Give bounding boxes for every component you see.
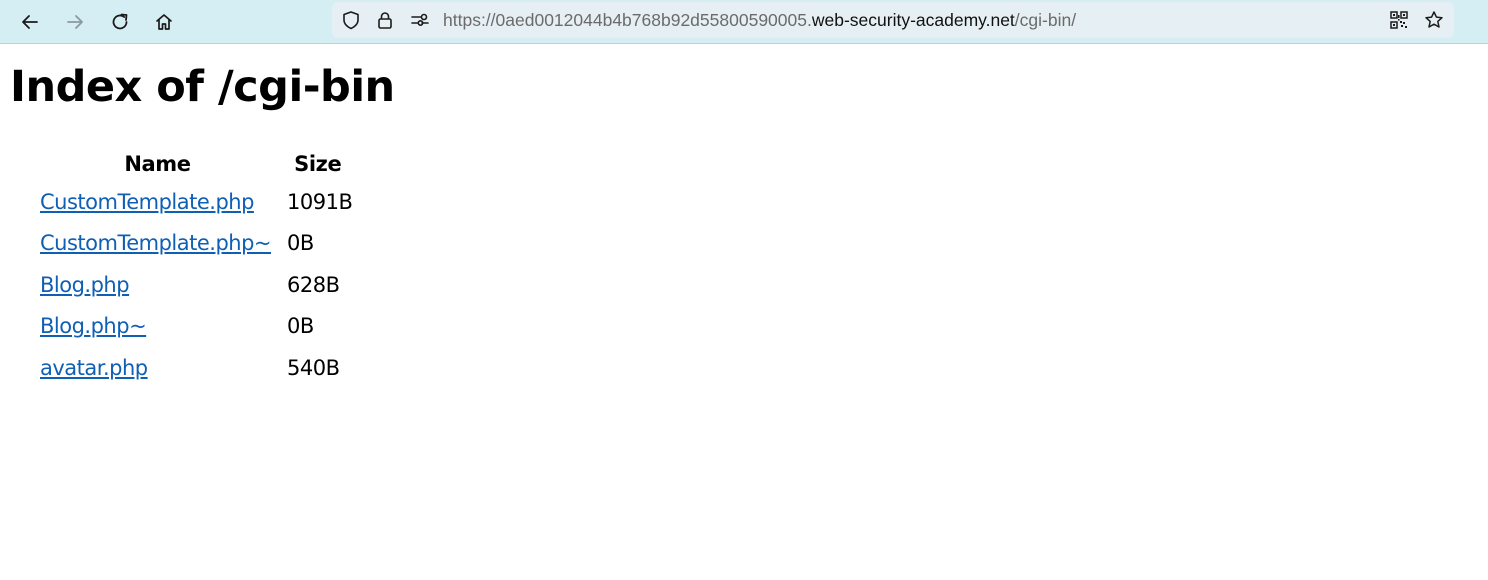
forward-button[interactable]: [57, 4, 93, 40]
size-column-header: Size: [294, 152, 342, 176]
file-link[interactable]: Blog.php~: [40, 314, 147, 338]
table-row: Blog.php~ 0B: [40, 306, 356, 348]
file-link[interactable]: avatar.php: [40, 356, 148, 380]
file-size: 540B: [287, 355, 340, 380]
table-row: avatar.php 540B: [40, 347, 356, 389]
browser-toolbar: https://0aed0012044b4b768b92d55800590005…: [0, 0, 1488, 44]
reload-button[interactable]: [102, 4, 138, 40]
address-bar[interactable]: https://0aed0012044b4b768b92d55800590005…: [332, 2, 1454, 38]
url-subdomain: 0aed0012044b4b768b92d55800590005.: [495, 10, 812, 30]
table-header-row: Name Size: [40, 147, 356, 181]
table-row: Blog.php 628B: [40, 264, 356, 306]
permissions-icon[interactable]: [409, 9, 431, 31]
home-button[interactable]: [146, 4, 182, 40]
bookmark-star-icon[interactable]: [1423, 9, 1445, 31]
file-link[interactable]: CustomTemplate.php: [40, 190, 254, 214]
file-size: 1091B: [287, 189, 353, 214]
file-listing-table: Name Size CustomTemplate.php 1091B Custo…: [36, 147, 360, 389]
page-title: Index of /cgi-bin: [10, 62, 395, 112]
back-icon: [22, 15, 38, 29]
reload-icon: [112, 13, 128, 30]
table-row: CustomTemplate.php~ 0B: [40, 223, 356, 265]
table-row: CustomTemplate.php 1091B: [40, 181, 356, 223]
back-button[interactable]: [12, 4, 48, 40]
shield-icon[interactable]: [340, 9, 362, 31]
file-link[interactable]: CustomTemplate.php~: [40, 231, 272, 255]
url-path: /cgi-bin/: [1014, 10, 1077, 30]
url-host: web-security-academy.net: [811, 10, 1015, 30]
forward-icon: [67, 15, 83, 29]
page-content: Index of /cgi-bin Name Size CustomTempla…: [0, 45, 1488, 580]
file-size: 628B: [287, 272, 340, 297]
lock-icon[interactable]: [374, 9, 396, 31]
url-text[interactable]: https://0aed0012044b4b768b92d55800590005…: [443, 2, 1076, 38]
file-size: 0B: [287, 314, 314, 339]
file-size: 0B: [287, 231, 314, 256]
url-scheme: https://: [443, 10, 496, 30]
home-icon: [156, 14, 172, 30]
file-link[interactable]: Blog.php: [40, 273, 130, 297]
name-column-header: Name: [124, 152, 191, 176]
qr-code-icon[interactable]: [1388, 9, 1410, 31]
